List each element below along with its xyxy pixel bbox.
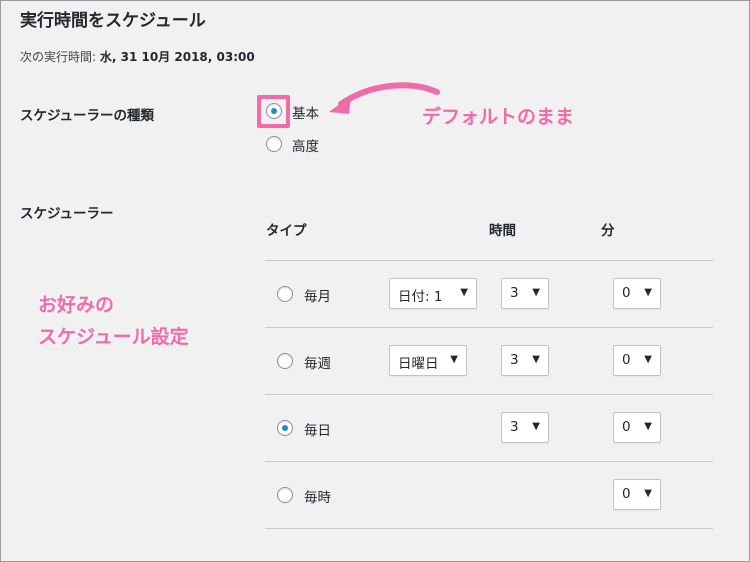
annotation-default: デフォルトのまま: [422, 106, 575, 128]
radio-basic-label[interactable]: 基本: [292, 102, 319, 122]
header-minute: 分: [601, 223, 615, 239]
next-run-value: 水, 31 10月 2018, 03:00: [99, 50, 255, 64]
row-label-hourly[interactable]: 毎時: [304, 486, 331, 506]
hour-select-monthly[interactable]: 3 ▼: [501, 278, 549, 309]
scheduler-type-label: スケジューラーの種類: [20, 108, 155, 124]
divider: [265, 327, 713, 328]
radio-advanced-label[interactable]: 高度: [292, 135, 319, 155]
radio-monthly[interactable]: [277, 286, 293, 302]
minute-value: 0: [622, 285, 631, 301]
chevron-down-icon: ▼: [644, 488, 652, 499]
minute-select-weekly[interactable]: 0 ▼: [613, 345, 661, 376]
hour-value: 3: [510, 419, 519, 435]
minute-value: 0: [622, 486, 631, 502]
day-of-month-value: 日付: 1: [398, 289, 443, 305]
divider: [265, 260, 713, 261]
chevron-down-icon: ▼: [644, 354, 652, 365]
chevron-down-icon: ▼: [450, 354, 458, 365]
minute-value: 0: [622, 419, 631, 435]
divider: [265, 394, 713, 395]
header-type: タイプ: [266, 223, 307, 239]
scheduler-label: スケジューラー: [20, 206, 114, 222]
hour-select-weekly[interactable]: 3 ▼: [501, 345, 549, 376]
divider: [265, 528, 713, 529]
minute-value: 0: [622, 352, 631, 368]
page-title: 実行時間をスケジュール: [20, 11, 206, 31]
hour-value: 3: [510, 352, 519, 368]
chevron-down-icon: ▼: [532, 287, 540, 298]
row-label-daily[interactable]: 毎日: [304, 419, 331, 439]
hour-select-daily[interactable]: 3 ▼: [501, 412, 549, 443]
chevron-down-icon: ▼: [460, 287, 468, 298]
next-run-label: 次の実行時間:: [20, 50, 97, 64]
day-of-week-value: 日曜日: [398, 356, 439, 372]
day-of-month-select[interactable]: 日付: 1 ▼: [389, 278, 477, 309]
hour-value: 3: [510, 285, 519, 301]
chevron-down-icon: ▼: [644, 421, 652, 432]
header-hour: 時間: [489, 223, 516, 239]
divider: [265, 461, 713, 462]
chevron-down-icon: ▼: [644, 287, 652, 298]
annotation-custom-line1: お好みの: [38, 294, 115, 316]
row-label-weekly[interactable]: 毎週: [304, 352, 331, 372]
radio-advanced[interactable]: [266, 136, 282, 152]
minute-select-monthly[interactable]: 0 ▼: [613, 278, 661, 309]
minute-select-hourly[interactable]: 0 ▼: [613, 479, 661, 510]
highlight-box: [257, 95, 290, 128]
radio-weekly[interactable]: [277, 353, 293, 369]
next-run-info: 次の実行時間: 水, 31 10月 2018, 03:00: [20, 48, 255, 65]
day-of-week-select[interactable]: 日曜日 ▼: [389, 345, 467, 376]
chevron-down-icon: ▼: [532, 421, 540, 432]
annotation-custom-line2: スケジュール設定: [38, 326, 189, 348]
radio-hourly[interactable]: [277, 487, 293, 503]
chevron-down-icon: ▼: [532, 354, 540, 365]
radio-daily[interactable]: [277, 420, 293, 436]
minute-select-daily[interactable]: 0 ▼: [613, 412, 661, 443]
row-label-monthly[interactable]: 毎月: [304, 285, 331, 305]
